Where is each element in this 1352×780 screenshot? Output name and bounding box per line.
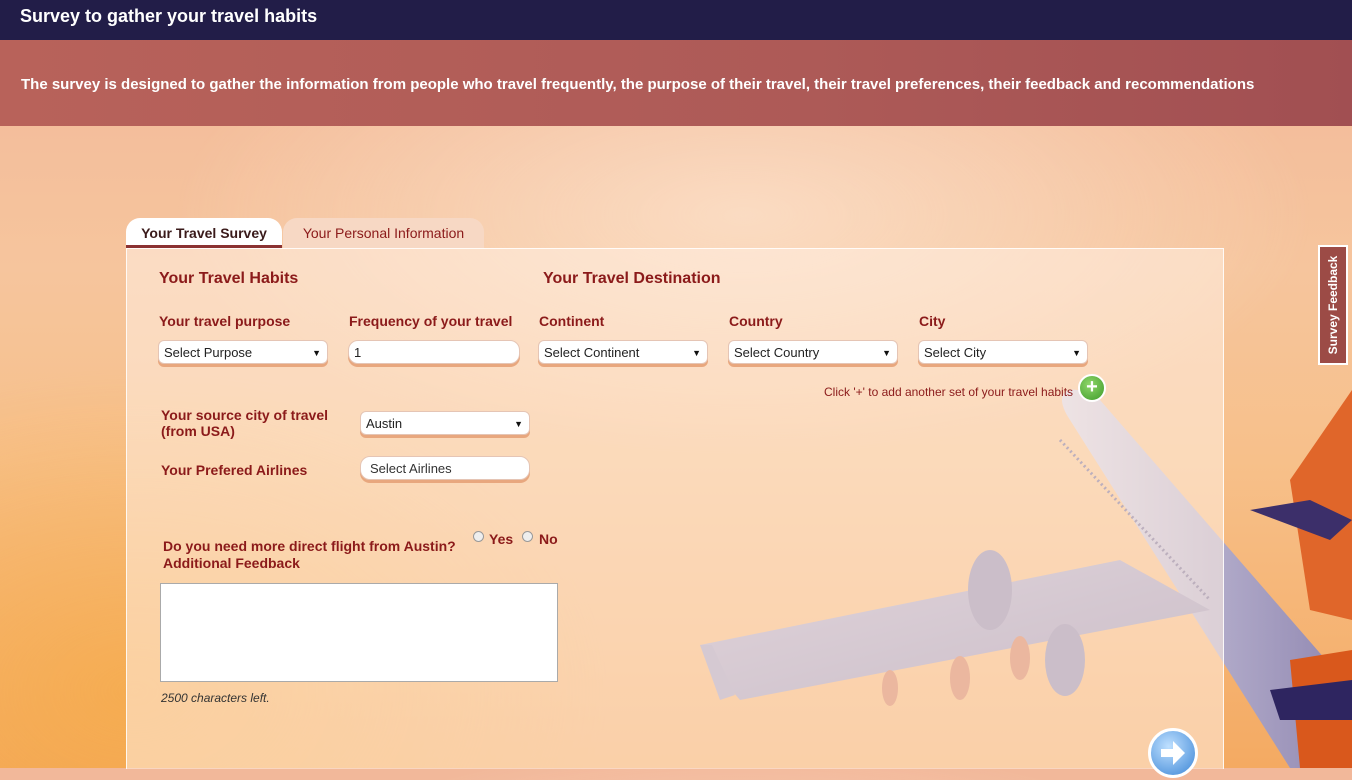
direct-flight-question: Do you need more direct flight from Aust…	[163, 538, 456, 554]
tab-personal-information[interactable]: Your Personal Information	[283, 218, 484, 248]
source-city-label: Your source city of travel (from USA)	[161, 407, 328, 439]
page-title: Survey to gather your travel habits	[20, 6, 318, 26]
city-label: City	[919, 313, 946, 329]
city-value: Select City	[924, 345, 987, 360]
airlines-label: Your Prefered Airlines	[161, 462, 308, 478]
continent-value: Select Continent	[544, 345, 640, 360]
chars-left: 2500 characters left.	[161, 691, 270, 705]
city-select[interactable]: Select City ▼	[918, 340, 1088, 364]
continent-select[interactable]: Select Continent ▼	[538, 340, 708, 364]
survey-feedback-label: Survey Feedback	[1326, 255, 1340, 355]
airlines-input[interactable]: Select Airlines	[360, 456, 530, 480]
additional-feedback-label: Additional Feedback	[163, 555, 300, 571]
frequency-value: 1	[354, 345, 362, 360]
dropdown-arrow-icon: ▼	[514, 419, 523, 429]
source-city-value: Austin	[366, 416, 403, 431]
next-button[interactable]	[1148, 728, 1198, 778]
source-city-select[interactable]: Austin ▼	[360, 411, 530, 435]
source-city-label-line1: Your source city of travel	[161, 407, 329, 423]
travel-purpose-label: Your travel purpose	[159, 313, 291, 329]
travel-habits-title: Your Travel Habits	[159, 270, 299, 287]
feedback-textarea[interactable]	[160, 583, 558, 682]
add-habits-note: Click '+' to add another set of your tra…	[824, 385, 1074, 399]
yes-label: Yes	[489, 531, 514, 547]
survey-panel	[126, 248, 1224, 769]
country-label: Country	[729, 313, 783, 329]
survey-feedback-tab[interactable]: Survey Feedback	[1318, 245, 1348, 365]
travel-purpose-value: Select Purpose	[164, 345, 253, 360]
arrow-right-icon	[1161, 741, 1185, 765]
tab-travel-survey[interactable]: Your Travel Survey	[126, 218, 282, 248]
top-bar: Survey to gather your travel habits	[0, 0, 1352, 40]
frequency-input[interactable]: 1	[348, 340, 520, 364]
no-radio[interactable]	[522, 531, 533, 542]
dropdown-arrow-icon: ▼	[882, 348, 891, 358]
banner-text: The survey is designed to gather the inf…	[21, 76, 1255, 93]
travel-destination-title: Your Travel Destination	[543, 270, 721, 287]
dropdown-arrow-icon: ▼	[312, 348, 321, 358]
dropdown-arrow-icon: ▼	[692, 348, 701, 358]
travel-purpose-select[interactable]: Select Purpose ▼	[158, 340, 328, 364]
airlines-placeholder: Select Airlines	[370, 461, 452, 476]
source-city-label-line2: (from USA)	[161, 423, 235, 439]
continent-label: Continent	[539, 313, 605, 329]
dropdown-arrow-icon: ▼	[1072, 348, 1081, 358]
frequency-label: Frequency of your travel	[349, 313, 513, 329]
add-habits-button[interactable]: +	[1078, 374, 1106, 402]
country-select[interactable]: Select Country ▼	[728, 340, 898, 364]
country-value: Select Country	[734, 345, 820, 360]
no-label: No	[539, 531, 558, 547]
yes-radio[interactable]	[473, 531, 484, 542]
description-banner: The survey is designed to gather the inf…	[0, 40, 1352, 126]
